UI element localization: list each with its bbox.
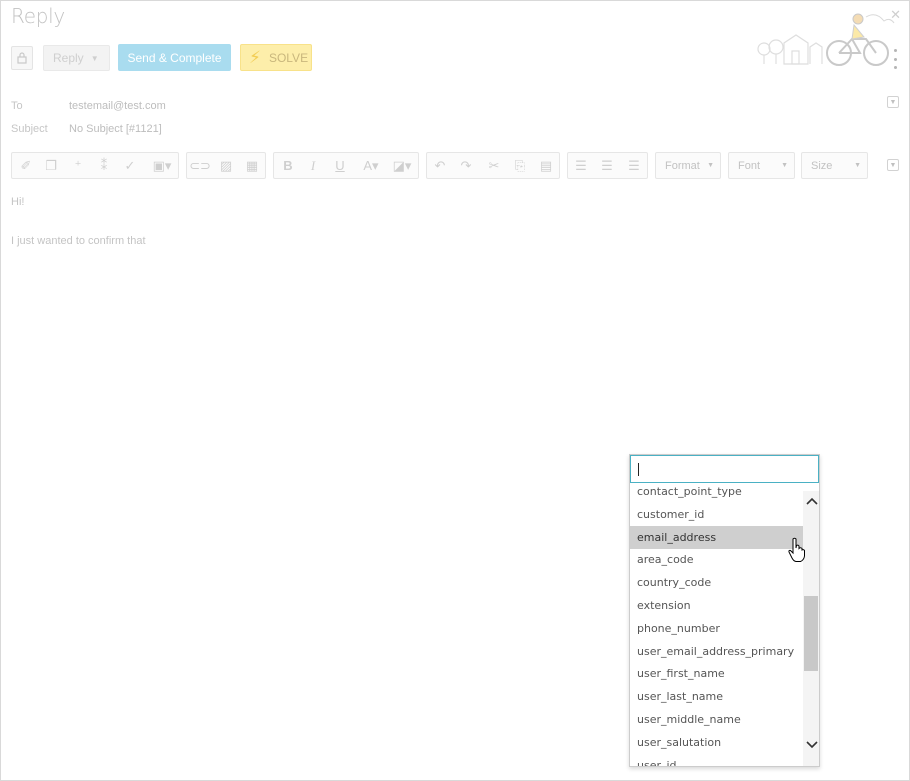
list-item[interactable]: user_salutation bbox=[630, 731, 803, 754]
size-select-label: Size bbox=[811, 159, 833, 172]
editor-line-body[interactable]: I just wanted to confirm that bbox=[11, 235, 146, 247]
list-item[interactable]: user_middle_name bbox=[630, 708, 803, 731]
send-complete-button[interactable]: Send & Complete bbox=[118, 44, 231, 71]
toolbar-group-media: ⊂⊃ ▨ ▦ bbox=[186, 152, 266, 179]
expand-fields-toggle[interactable]: ▼ bbox=[887, 96, 899, 108]
lock-icon bbox=[17, 52, 27, 64]
link-icon[interactable]: ⊂⊃ bbox=[189, 153, 211, 178]
list-item[interactable]: extension bbox=[630, 594, 803, 617]
cut-icon[interactable]: ✂ bbox=[483, 153, 505, 178]
more-options-icon[interactable] bbox=[891, 49, 899, 69]
subject-label: Subject bbox=[11, 123, 48, 135]
chevron-up-icon[interactable] bbox=[806, 496, 818, 506]
copy-icon[interactable]: ⎘ bbox=[509, 153, 531, 178]
format-select-label: Format bbox=[665, 159, 700, 172]
list-item[interactable]: user_email_address_primary bbox=[630, 640, 803, 663]
list-item[interactable]: phone_number bbox=[630, 617, 803, 640]
list-item[interactable]: area_code bbox=[630, 548, 803, 571]
list-item[interactable]: user_first_name bbox=[630, 662, 803, 685]
undo-icon[interactable]: ↶ bbox=[429, 153, 451, 178]
toolbar-collapse-toggle[interactable]: ▼ bbox=[887, 159, 899, 171]
list-item[interactable]: contact_point_type bbox=[630, 480, 803, 503]
chevron-down-icon: ▼ bbox=[889, 161, 897, 169]
redo-icon[interactable]: ↷ bbox=[455, 153, 477, 178]
chevron-down-icon[interactable] bbox=[806, 740, 818, 750]
list-item[interactable]: customer_id bbox=[630, 503, 803, 526]
font-select[interactable]: Font ▼ bbox=[728, 152, 795, 179]
placeholder-field-dropdown: contact_point_type customer_id email_add… bbox=[629, 454, 820, 767]
chevron-down-icon: ▼ bbox=[854, 162, 861, 169]
dropdown-scrollbar[interactable] bbox=[803, 491, 819, 766]
toolbar-group-align: ☰ ☰ ☰ bbox=[567, 152, 648, 179]
hand-cursor-icon bbox=[788, 537, 805, 562]
dropdown-list: contact_point_type customer_id email_add… bbox=[630, 480, 803, 766]
chevron-down-icon: ▼ bbox=[889, 98, 897, 106]
table-icon[interactable]: ▦ bbox=[241, 153, 263, 178]
chevron-down-icon: ▼ bbox=[781, 162, 788, 169]
page-title: Reply bbox=[11, 4, 65, 28]
subject-field[interactable]: No Subject [#1121] bbox=[69, 123, 162, 135]
dropdown-search-input[interactable] bbox=[634, 460, 794, 478]
lightning-icon: ⚡ bbox=[249, 47, 261, 67]
to-label: To bbox=[11, 100, 23, 112]
solve-button[interactable]: ⚡ SOLVE bbox=[240, 44, 312, 71]
list-item[interactable]: country_code bbox=[630, 571, 803, 594]
solve-button-label: SOLVE bbox=[268, 50, 309, 65]
size-select[interactable]: Size ▼ bbox=[801, 152, 868, 179]
underline-icon[interactable]: U bbox=[329, 153, 351, 178]
scrollbar-thumb[interactable] bbox=[804, 596, 818, 671]
format-select[interactable]: Format ▼ bbox=[655, 152, 721, 179]
spellcheck-icon[interactable]: ✓ bbox=[119, 153, 141, 178]
list-item[interactable]: user_last_name bbox=[630, 685, 803, 708]
image-icon[interactable]: ▨ bbox=[215, 153, 237, 178]
toolbar-group-insert: ✐ ❐ ⁺ ⁑ ✓ ▣▾ bbox=[11, 152, 179, 179]
paste-text-icon[interactable]: ▤ bbox=[535, 153, 557, 178]
reply-window: Reply ✕ Reply ▼ Send & Complete ⚡ SOLVE bbox=[0, 0, 910, 781]
eraser-icon[interactable]: ✐ bbox=[15, 153, 37, 178]
lock-button[interactable] bbox=[11, 46, 33, 70]
copy-format-icon[interactable]: ❐ bbox=[40, 153, 62, 178]
text-color-icon[interactable]: A▾ bbox=[357, 153, 385, 178]
dropdown-search-box[interactable] bbox=[630, 455, 819, 483]
add-field-icon[interactable]: ⁺ bbox=[67, 153, 89, 178]
toolbar-group-style: B I U A▾ ◪▾ bbox=[273, 152, 419, 179]
align-center-icon[interactable]: ☰ bbox=[596, 153, 618, 178]
text-cursor bbox=[638, 463, 639, 476]
cyclist-illustration-icon bbox=[757, 13, 895, 66]
editor-line-greeting[interactable]: Hi! bbox=[11, 196, 24, 208]
insert-field-icon[interactable]: ⁑ bbox=[93, 153, 115, 178]
align-left-icon[interactable]: ☰ bbox=[570, 153, 592, 178]
to-field[interactable]: testemail@test.com bbox=[69, 100, 166, 112]
background-color-icon[interactable]: ◪▾ bbox=[388, 153, 416, 178]
reply-button-label: Reply bbox=[53, 51, 84, 65]
toolbar-group-edit: ↶ ↷ ✂ ⎘ ▤ bbox=[426, 152, 560, 179]
align-right-icon[interactable]: ☰ bbox=[623, 153, 645, 178]
list-item-hovered[interactable]: email_address bbox=[630, 526, 803, 549]
font-select-label: Font bbox=[738, 159, 761, 172]
bold-icon[interactable]: B bbox=[277, 153, 299, 178]
list-item[interactable]: user_id bbox=[630, 754, 803, 766]
paste-icon[interactable]: ▣▾ bbox=[147, 153, 177, 178]
italic-icon[interactable]: I bbox=[302, 153, 324, 178]
chevron-down-icon: ▼ bbox=[707, 162, 714, 169]
chevron-down-icon: ▼ bbox=[90, 53, 99, 63]
reply-dropdown-button[interactable]: Reply ▼ bbox=[43, 45, 110, 71]
